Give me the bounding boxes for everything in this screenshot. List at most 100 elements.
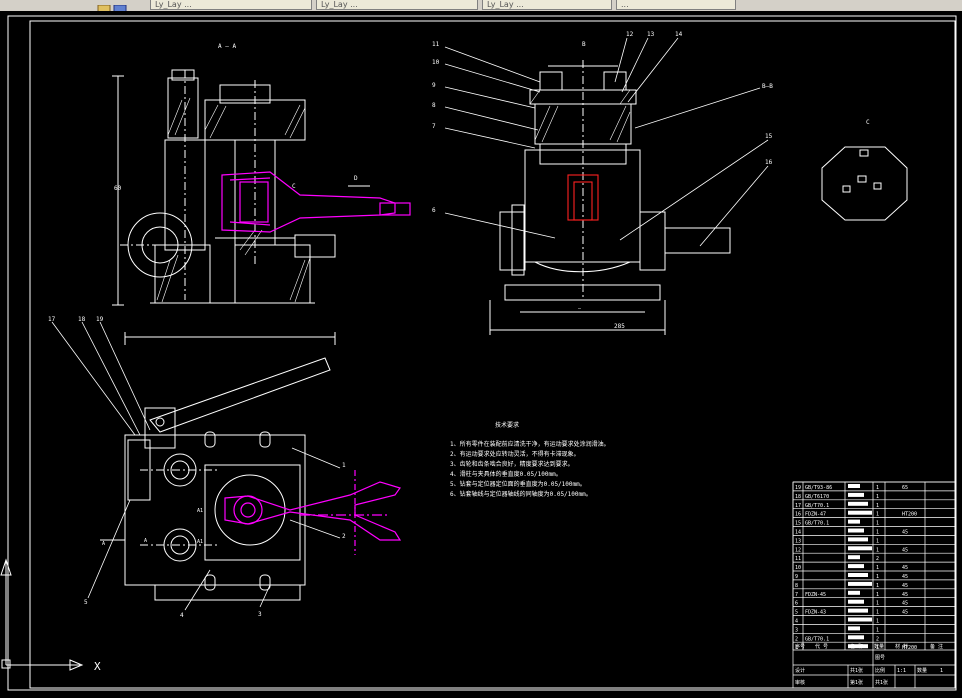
bom-cell-no: 4 xyxy=(795,619,798,625)
bom-cell-no: 10 xyxy=(795,565,801,571)
bom-cell-name-redacted xyxy=(848,626,860,631)
dim-width-top: 285 xyxy=(614,323,625,330)
bom-cell-name-redacted xyxy=(848,510,872,515)
bom-cell-code: FDZN-47 xyxy=(805,512,826,518)
bom-cell-name-redacted xyxy=(848,590,860,595)
tb-scale-label: 比例 xyxy=(875,667,885,674)
bom-cell-name-redacted xyxy=(848,484,860,488)
bom-cell-mat: 45 xyxy=(902,530,908,536)
bom-cell-code: GB/T93-86 xyxy=(805,485,832,491)
bom-header-cell: 数量 xyxy=(874,643,884,650)
tab-2[interactable]: Ly_Lay ... xyxy=(316,0,478,10)
bom-cell-mat: 45 xyxy=(902,574,908,580)
bom-cell-code: FDZN-45 xyxy=(805,592,826,598)
bom-cell-no: 19 xyxy=(795,485,801,491)
bom-cell-qty: 1 xyxy=(876,601,879,607)
label-c-arrow: C xyxy=(292,183,296,190)
bom-cell-name-redacted xyxy=(848,617,872,622)
bom-cell-no: 14 xyxy=(795,530,801,536)
bom-cell-qty: 1 xyxy=(876,538,879,544)
bom-cell-no: 18 xyxy=(795,494,801,500)
label-view-d: D xyxy=(354,175,358,182)
tb-sheets: 共1张 xyxy=(875,679,888,686)
bom-cell-no: 2 xyxy=(795,636,798,642)
bom-cell-name-redacted xyxy=(848,599,864,604)
callout-13: 13 xyxy=(647,31,655,38)
label-a2: A1 xyxy=(197,539,203,545)
callout-12: 12 xyxy=(626,31,634,38)
bom-cell-name-redacted xyxy=(848,501,868,506)
tb-sheets-total: 共1张 xyxy=(850,667,863,674)
bom-cell-mat: 45 xyxy=(902,601,908,607)
callout-1: 1 xyxy=(342,462,346,469)
bom-cell-mat: 45 xyxy=(902,547,908,553)
tab-4[interactable]: ... xyxy=(616,0,736,10)
bom-cell-qty: 1 xyxy=(876,503,879,509)
tb-drawing-no: 图号 xyxy=(875,655,885,661)
bom-cell-no: 6 xyxy=(795,601,798,607)
bom-cell-no: 11 xyxy=(795,556,801,562)
bom-cell-name-redacted xyxy=(848,528,864,533)
callout-4: 4 xyxy=(180,612,184,619)
bom-cell-mat: 45 xyxy=(902,610,908,616)
label-section-aa: A — A xyxy=(218,43,236,50)
callout-2: 2 xyxy=(342,533,346,540)
notes-title: 技术要求 xyxy=(495,421,519,429)
callout-5: 5 xyxy=(84,599,88,606)
bom-cell-code: GB/T70.1 xyxy=(805,636,829,642)
bom-cell-qty: 1 xyxy=(876,592,879,598)
label-a1: A1 xyxy=(197,508,203,514)
bom-cell-qty: 1 xyxy=(876,521,879,527)
note-line-5: 5、钻套与定位器定位面的垂直度为0.05/100mm。 xyxy=(450,480,586,488)
bom-cell-no: 17 xyxy=(795,503,801,509)
bom-cell-no: 8 xyxy=(795,583,798,589)
tb-sheet-no: 第1张 xyxy=(850,679,863,686)
tb-design: 设计 xyxy=(795,667,805,674)
tab-1[interactable]: Ly_Lay ... xyxy=(150,0,312,10)
callout-18: 18 xyxy=(78,316,86,323)
label-view-b: B xyxy=(582,41,586,48)
bom-cell-no: 7 xyxy=(795,592,798,598)
bom-cell-qty: 1 xyxy=(876,619,879,625)
bom-cell-name-redacted xyxy=(848,555,860,560)
bom-cell-name-redacted xyxy=(848,519,860,524)
label-section-bb: B–B xyxy=(762,83,773,90)
bom-cell-qty: 1 xyxy=(876,512,879,518)
callout-19: 19 xyxy=(96,316,104,323)
bom-cell-qty: 1 xyxy=(876,610,879,616)
callout-9: 9 xyxy=(432,82,436,89)
bom-cell-qty: 1 xyxy=(876,494,879,500)
bom-cell-mat: HT200 xyxy=(902,512,917,518)
bom-cell-code: GB/T70.1 xyxy=(805,521,829,527)
bom-cell-qty: 1 xyxy=(876,627,879,633)
cad-drawing-canvas[interactable]: A — A 60 D C B — 285 C A A1 A1 A 11 10 9… xyxy=(0,11,962,698)
bom-cell-code: GB/T70.1 xyxy=(805,503,829,509)
bom-cell-name-redacted xyxy=(848,581,872,586)
label-view-c: C xyxy=(866,119,870,126)
bom-cell-qty: 1 xyxy=(876,574,879,580)
note-line-2: 2、有运动要求处应转动灵活，不得有卡滞现象。 xyxy=(450,450,580,458)
callout-7: 7 xyxy=(432,123,436,130)
bom-cell-no: 3 xyxy=(795,627,798,633)
callout-15: 15 xyxy=(765,133,773,140)
bom-header-cell: 备 注 xyxy=(930,643,943,650)
bom-cell-code: FDZN-43 xyxy=(805,610,826,616)
tab-3[interactable]: Ly_Lay ... xyxy=(482,0,612,10)
callout-11: 11 xyxy=(432,41,440,48)
tb-scale: 1:1 xyxy=(897,668,906,674)
bom-cell-code: GB/T6170 xyxy=(805,494,829,500)
bom-cell-no: 13 xyxy=(795,538,801,544)
bom-cell-no: 16 xyxy=(795,512,801,518)
label-a-left: A xyxy=(102,541,105,547)
tb-qty-label: 数量 xyxy=(917,667,927,674)
bom-cell-mat: 45 xyxy=(902,592,908,598)
bom-cell-qty: 2 xyxy=(876,636,879,642)
toolbar-icons[interactable] xyxy=(96,0,140,14)
bom-header-cell: 名 称 xyxy=(850,643,863,650)
bom-cell-qty: 1 xyxy=(876,547,879,553)
note-line-6: 6、钻套轴线与定位器轴线的同轴度为0.05/100mm。 xyxy=(450,490,592,498)
bom-cell-no: 12 xyxy=(795,547,801,553)
tb-qty: 1 xyxy=(940,668,943,674)
bom-cell-name-redacted xyxy=(848,608,868,613)
callout-16: 16 xyxy=(765,159,773,166)
